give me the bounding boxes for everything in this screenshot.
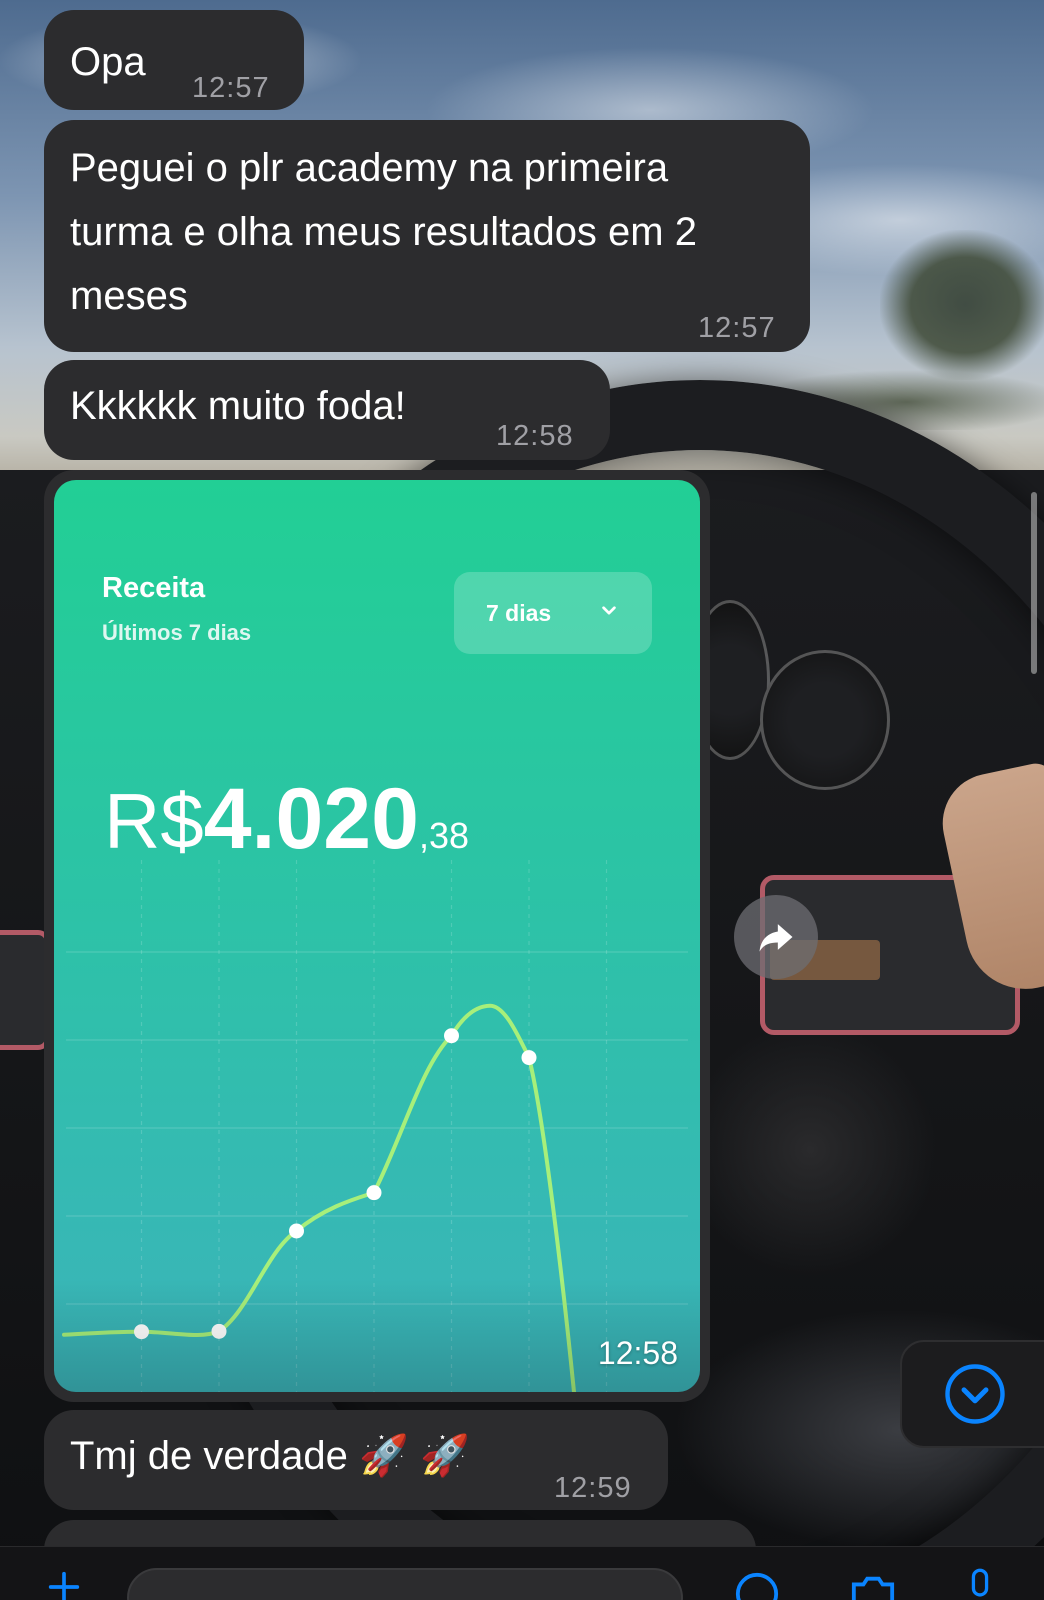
message-text-line: Peguei o plr academy na primeira	[70, 146, 669, 190]
chevron-down-icon	[602, 606, 616, 615]
forward-arrow-icon	[759, 924, 793, 952]
period-label: 7 dias	[486, 599, 552, 626]
image-message[interactable]: Receita Últimos 7 dias 7 dias R$4.020,38…	[44, 470, 710, 1402]
message-bubble[interactable]: Peguei o plr academy na primeira turma e…	[44, 120, 810, 352]
message-bubble[interactable]: Tmj de verdade 🚀 🚀 12:59	[44, 1410, 668, 1510]
message-time: 12:59	[554, 1472, 632, 1504]
message-time: 12:58	[496, 420, 574, 452]
message-text: Opa	[70, 40, 146, 84]
message-bubble[interactable]: Opa 12:57	[44, 10, 304, 110]
message-input[interactable]	[127, 1568, 683, 1600]
message-text: Kkkkkk muito foda!	[70, 384, 406, 428]
message-time: 12:57	[698, 312, 776, 344]
data-point	[444, 1028, 459, 1044]
message-text: Tmj de verdade 🚀 🚀	[70, 1434, 470, 1478]
forward-button[interactable]	[734, 895, 818, 979]
period-dropdown: 7 dias	[454, 572, 652, 654]
data-point	[289, 1223, 304, 1239]
wallpaper-left-vent	[0, 930, 50, 1050]
wallpaper-gauge-right	[760, 650, 890, 790]
card-title: Receita	[102, 572, 206, 604]
image-time: 12:58	[597, 1335, 678, 1371]
currency-icon[interactable]	[734, 1571, 780, 1600]
wallpaper-trees	[880, 230, 1044, 380]
scroll-to-bottom-button[interactable]	[900, 1340, 1044, 1448]
data-point	[366, 1185, 382, 1201]
revenue-screenshot[interactable]: Receita Últimos 7 dias 7 dias R$4.020,38…	[54, 480, 700, 1392]
message-time: 12:57	[192, 72, 270, 104]
revenue-line-chart	[54, 860, 700, 1392]
card-subtitle: Últimos 7 dias	[102, 620, 252, 645]
chevron-down-circle-icon	[945, 1364, 1005, 1424]
scrollbar[interactable]	[1031, 492, 1037, 674]
data-point	[521, 1050, 537, 1066]
message-text-line: turma e olha meus resultados em 2	[70, 210, 697, 254]
microphone-icon[interactable]	[960, 1567, 1000, 1600]
camera-icon[interactable]	[846, 1571, 900, 1600]
message-bubble[interactable]: Kkkkkk muito foda! 12:58	[44, 360, 610, 460]
plus-icon[interactable]	[44, 1567, 84, 1600]
